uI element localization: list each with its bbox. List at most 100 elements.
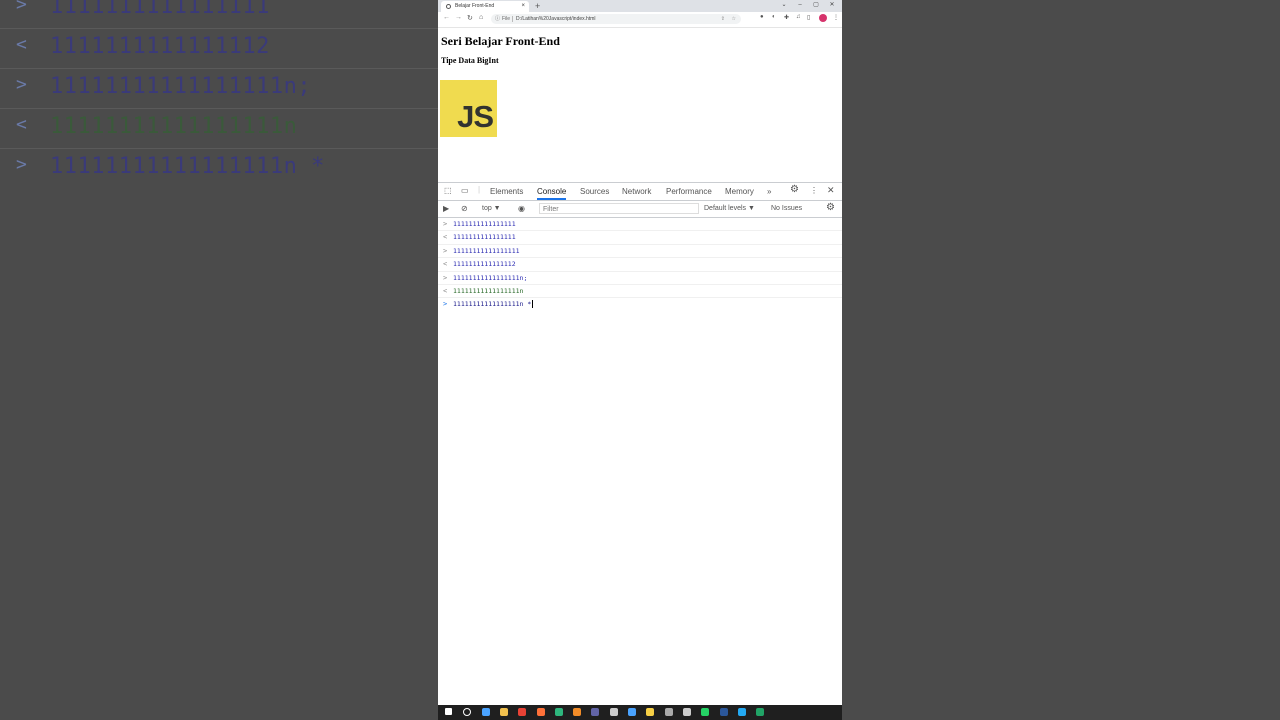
console-line: <1111111111111112 xyxy=(438,258,842,272)
forward-icon[interactable]: → xyxy=(455,14,462,21)
puzzle-icon[interactable]: ✚ xyxy=(784,14,789,21)
output-arrow-icon: < xyxy=(443,260,448,269)
tab-elements[interactable]: Elements xyxy=(490,183,523,200)
firefox-icon[interactable] xyxy=(536,708,545,716)
output-arrow-icon: < xyxy=(443,286,448,295)
input-arrow-icon: > xyxy=(443,273,448,282)
info-icon[interactable]: ⓘ xyxy=(495,14,500,24)
side-panel-icon[interactable]: ▯ xyxy=(807,14,810,21)
background-arrow: > xyxy=(16,154,27,175)
background-arrow: > xyxy=(16,0,27,15)
more-tabs-icon[interactable]: » xyxy=(767,183,771,200)
eye-icon[interactable]: ◉ xyxy=(518,204,525,213)
app-tool-icon[interactable] xyxy=(609,708,618,716)
console-input[interactable]: 11111111111111111n * xyxy=(453,298,534,310)
console-line: >11111111111111111 xyxy=(438,245,842,259)
tab-performance[interactable]: Performance xyxy=(666,183,712,200)
console-input-text: 11111111111111111n * xyxy=(453,300,532,309)
browser-tab[interactable]: Belajar Front-End × xyxy=(441,1,529,12)
avatar[interactable] xyxy=(819,14,827,22)
input-arrow-icon: > xyxy=(443,246,448,255)
omnibox[interactable]: ⓘ File D:/Latihan%20Javascript/index.htm… xyxy=(491,14,741,24)
background-arrow: > xyxy=(16,74,27,95)
excel-icon[interactable] xyxy=(756,708,765,716)
console-settings-icon[interactable]: ⚙ xyxy=(826,202,835,213)
reload-icon[interactable]: ↻ xyxy=(467,14,473,22)
bookmark-star-icon[interactable]: ☆ xyxy=(732,14,736,24)
file-explorer-icon[interactable] xyxy=(499,708,508,716)
tab-network[interactable]: Network xyxy=(622,183,651,200)
chrome-icon[interactable] xyxy=(518,708,527,716)
console-text: 11111111111111111 xyxy=(453,246,520,255)
console-line: >11111111111111111n; xyxy=(438,272,842,285)
task-view-icon[interactable] xyxy=(481,708,490,716)
prompt-arrow-icon: > xyxy=(443,300,448,309)
calculator-icon[interactable] xyxy=(682,708,691,716)
tab-console[interactable]: Console xyxy=(537,183,567,200)
maximize-button[interactable]: ▢ xyxy=(808,0,824,10)
settings-gear-icon[interactable]: ⚙ xyxy=(790,184,799,195)
windows-start-icon[interactable] xyxy=(445,708,452,715)
inspect-icon[interactable]: ⬚ xyxy=(444,186,452,195)
close-tab-icon[interactable]: × xyxy=(521,1,525,12)
input-arrow-icon: > xyxy=(443,220,448,228)
page-title: Seri Belajar Front-End xyxy=(441,34,560,48)
console-text: 11111111111111111n xyxy=(453,286,524,295)
app-green-icon[interactable] xyxy=(554,708,563,716)
background-text: 11111111111111111n xyxy=(50,114,298,139)
devtools-menu-icon[interactable]: ⋮ xyxy=(810,186,818,195)
app-purple-icon[interactable] xyxy=(591,708,600,716)
url-text[interactable]: D:/Latihan%20Javascript/index.html xyxy=(516,14,596,24)
word-icon[interactable] xyxy=(719,708,728,716)
devtools-tabbar: ⬚ ▭ | Elements Console Sources Network P… xyxy=(438,183,842,201)
whatsapp-icon[interactable] xyxy=(701,708,710,716)
close-devtools-icon[interactable]: ✕ xyxy=(827,185,835,196)
js-logo-text: JS xyxy=(457,99,494,134)
extension-icon[interactable]: ◐ xyxy=(772,14,776,20)
filter-input[interactable]: Filter xyxy=(539,203,699,214)
context-selector[interactable]: top ▼ xyxy=(482,201,501,217)
device-toolbar-icon[interactable]: ▭ xyxy=(461,186,469,195)
console-text: 11111111111111111n; xyxy=(453,273,528,282)
divider: | xyxy=(478,185,481,194)
extension-icon[interactable]: ● xyxy=(760,14,764,20)
back-icon[interactable]: ← xyxy=(443,14,450,21)
console-toolbar: ▶ ⊘ top ▼ ◉ Filter Default levels ▼ No I… xyxy=(438,201,842,218)
console-line: <11111111111111111n xyxy=(438,285,842,299)
output-arrow-icon: < xyxy=(443,233,448,242)
console-text: 1111111111111112 xyxy=(453,260,516,269)
tab-bar: Belajar Front-End × + ⌄ – ▢ ✕ xyxy=(438,0,842,12)
background-arrow: < xyxy=(16,114,27,135)
python-icon[interactable] xyxy=(646,708,655,716)
search-icon[interactable] xyxy=(463,708,472,716)
clear-console-icon[interactable]: ⊘ xyxy=(461,204,468,213)
tab-sources[interactable]: Sources xyxy=(580,183,609,200)
issues-button[interactable]: No Issues xyxy=(771,201,802,217)
minimize-button[interactable]: – xyxy=(792,0,808,10)
sidebar-toggle-icon[interactable]: ▶ xyxy=(443,204,449,213)
taskbar xyxy=(438,705,842,720)
divider xyxy=(512,16,513,22)
text-caret xyxy=(532,300,534,309)
background-text: 11111111111111111n * xyxy=(50,154,325,179)
close-window-button[interactable]: ✕ xyxy=(824,0,840,10)
new-tab-button[interactable]: + xyxy=(535,0,540,12)
page-content: Seri Belajar Front-End Tipe Data BigInt … xyxy=(438,28,842,182)
console-text: 1111111111111111 xyxy=(453,220,516,228)
background-text: 1111111111111112 xyxy=(50,34,270,59)
home-icon[interactable]: ⌂ xyxy=(479,14,483,21)
console-prompt[interactable]: >11111111111111111n * xyxy=(438,298,842,310)
menu-kebab-icon[interactable]: ⋮ xyxy=(833,14,839,21)
app-blue-icon[interactable] xyxy=(628,708,636,716)
vscode-icon[interactable] xyxy=(737,708,746,716)
tab-memory[interactable]: Memory xyxy=(725,183,754,200)
app-generic-icon[interactable] xyxy=(664,708,673,716)
app-orange-icon[interactable] xyxy=(573,708,582,716)
console-line: <1111111111111111 xyxy=(438,231,842,245)
tab-search-icon[interactable]: ⌄ xyxy=(776,0,792,10)
share-icon[interactable]: ⇪ xyxy=(721,14,725,24)
media-icon[interactable]: ♫ xyxy=(796,14,801,20)
browser-window: Belajar Front-End × + ⌄ – ▢ ✕ ← → ↻ ⌂ ⓘ Fil… xyxy=(438,0,842,720)
log-levels-dropdown[interactable]: Default levels ▼ xyxy=(704,201,755,217)
page-subtitle: Tipe Data BigInt xyxy=(441,56,499,65)
